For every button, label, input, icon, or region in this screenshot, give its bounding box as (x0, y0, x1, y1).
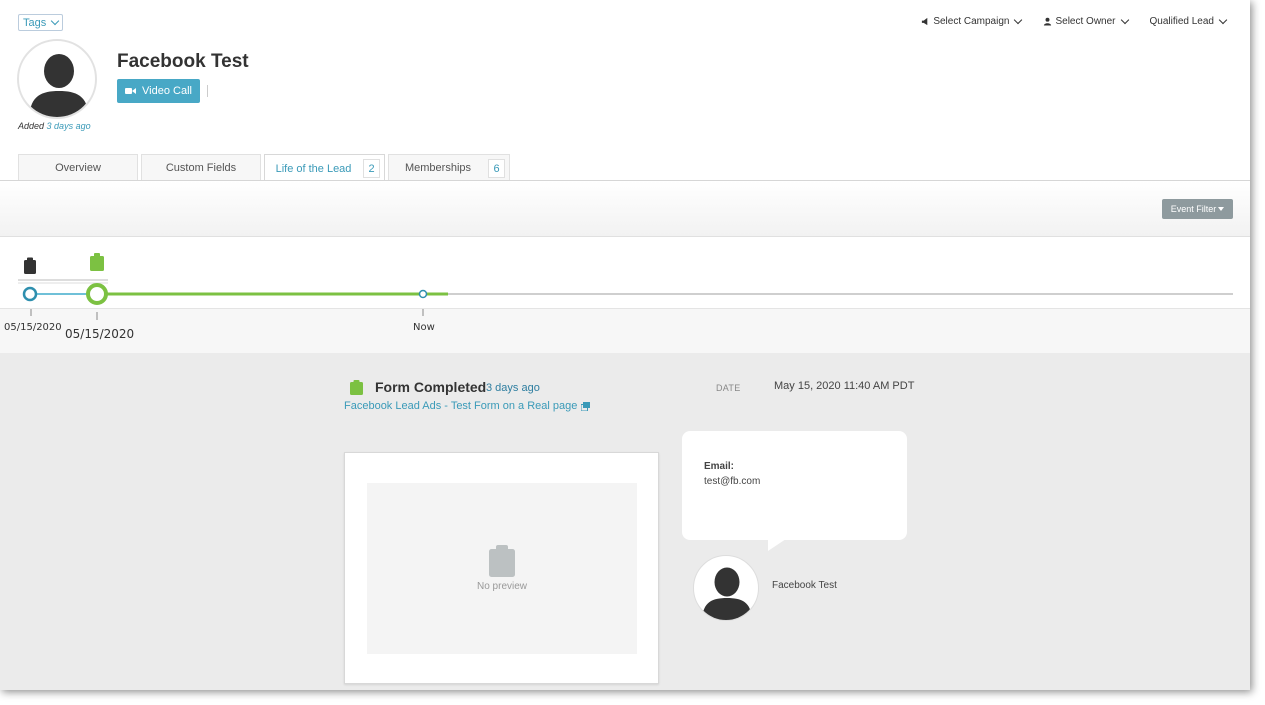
added-prefix: Added (18, 121, 45, 131)
timeline-node-selected[interactable] (86, 283, 108, 305)
video-call-button[interactable]: Video Call (117, 79, 200, 103)
date-label: DATE (716, 383, 741, 393)
tab-life-of-the-lead[interactable]: Life of the Lead 2 (264, 154, 385, 182)
event-date: May 15, 2020 11:40 AM PDT (774, 380, 915, 392)
clipboard-icon (350, 380, 363, 395)
tab-custom-fields[interactable]: Custom Fields (141, 154, 261, 181)
clipboard-icon[interactable] (90, 253, 104, 271)
timeline-start-date: 05/15/2020 (4, 322, 62, 333)
event-detail: Form Completed 3 days ago Facebook Lead … (0, 353, 1250, 690)
lead-status-label: Qualified Lead (1149, 16, 1215, 27)
tab-overview[interactable]: Overview (18, 154, 138, 181)
caret-down-icon (1218, 207, 1225, 211)
timeline-selected-date: 05/15/2020 (65, 327, 135, 341)
chevron-down-icon (1014, 15, 1023, 25)
timeline-now-node[interactable] (418, 289, 428, 299)
video-call-label: Video Call (142, 85, 192, 97)
divider (207, 85, 208, 97)
event-ago: 3 days ago (486, 382, 540, 394)
select-campaign-label: Select Campaign (933, 16, 1010, 27)
select-campaign-dropdown[interactable]: Select Campaign (921, 15, 1023, 27)
form-fields-bubble: Email: test@fb.com (682, 431, 907, 551)
clipboard-icon[interactable] (24, 257, 36, 275)
timeline-track (18, 253, 1233, 320)
field-label: Email: (704, 461, 735, 472)
tab-label: Memberships (404, 162, 472, 174)
form-link[interactable]: Facebook Lead Ads - Test Form on a Real … (344, 400, 591, 412)
form-link-label: Facebook Lead Ads - Test Form on a Real … (344, 400, 578, 412)
person-silhouette-icon (29, 54, 89, 117)
no-preview-text: No preview (476, 581, 528, 592)
submitter-avatar (693, 555, 759, 621)
tags-label: Tags (23, 16, 47, 29)
added-ago: 3 days ago (46, 121, 91, 131)
app-window: Tags Select Campaign Select Owner Qualif… (0, 0, 1250, 690)
header-actions: Select Campaign Select Owner Qualified L… (921, 15, 1228, 27)
select-owner-dropdown[interactable]: Select Owner (1043, 15, 1129, 27)
lead-avatar (17, 39, 97, 119)
tab-label: Custom Fields (165, 162, 237, 174)
timeline-node[interactable] (22, 286, 38, 302)
user-icon (1044, 17, 1052, 26)
clipboard-icon (489, 545, 515, 577)
video-camera-icon (125, 88, 137, 94)
event-filter-label: Event Filter (1170, 204, 1217, 214)
tab-count-badge: 6 (488, 159, 505, 178)
timeline-now-label: Now (413, 322, 435, 333)
chevron-down-icon (1218, 15, 1228, 25)
external-link-icon (581, 401, 591, 411)
megaphone-icon (922, 17, 928, 26)
tab-label: Overview (55, 162, 101, 174)
chevron-down-icon (51, 16, 60, 26)
lead-status-dropdown[interactable]: Qualified Lead (1149, 15, 1228, 27)
tags-dropdown[interactable]: Tags (18, 14, 64, 31)
select-owner-label: Select Owner (1055, 16, 1116, 27)
tab-memberships[interactable]: Memberships 6 (388, 154, 510, 181)
event-title: Form Completed (375, 379, 487, 395)
lead-name: Facebook Test (117, 51, 249, 72)
added-info: Added 3 days ago (18, 121, 91, 131)
submitter-name: Facebook Test (772, 580, 837, 591)
preview-placeholder: No preview (367, 483, 637, 654)
field-value: test@fb.com (704, 476, 761, 487)
tab-bar: Overview Custom Fields Life of the Lead … (18, 154, 510, 182)
filter-bar: Event Filter (0, 181, 1250, 237)
event-filter-button[interactable]: Event Filter (1162, 199, 1233, 219)
tab-count-badge: 2 (363, 159, 380, 178)
person-silhouette-icon (702, 567, 752, 620)
timeline: 05/15/2020 05/15/2020 Now (0, 237, 1250, 353)
chevron-down-icon (1120, 15, 1129, 25)
form-preview-card: No preview (344, 452, 659, 684)
tab-label: Life of the Lead (275, 162, 352, 175)
